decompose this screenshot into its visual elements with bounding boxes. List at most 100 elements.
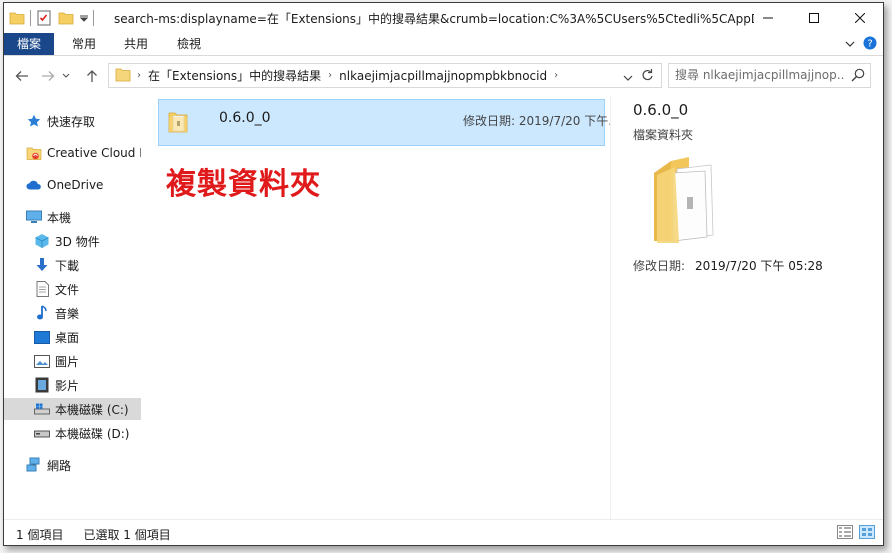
details-pane: 0.6.0_0 檔案資料夾 修改日期: 2019/7/20 下午 05:28	[610, 95, 883, 519]
details-name: 0.6.0_0	[633, 101, 689, 119]
details-view-button[interactable]	[837, 525, 853, 542]
chevron-right-icon: ›	[328, 70, 333, 81]
status-selected-count: 已選取 1 個項目	[83, 528, 171, 542]
search-icon[interactable]	[851, 68, 865, 85]
address-row: › 在「Extensions」中的搜尋結果 › nlkaejimjacpillm…	[4, 55, 883, 95]
sidebar-item-label: 桌面	[55, 330, 80, 345]
details-modified: 修改日期: 2019/7/20 下午 05:28	[633, 257, 823, 274]
details-modified-value: 2019/7/20 下午 05:28	[695, 259, 823, 273]
folder-icon	[167, 108, 189, 137]
sidebar-item-label: 本機	[47, 210, 72, 225]
list-item[interactable]: 0.6.0_0 修改日期: 2019/7/20 下午...	[158, 99, 613, 146]
ribbon-tabs: 檔案 常用 共用 檢視 ?	[4, 33, 883, 56]
sidebar-item-onedrive[interactable]: OneDrive	[4, 174, 162, 196]
tab-share[interactable]: 共用	[114, 33, 158, 55]
status-item-count: 1 個項目	[16, 528, 64, 542]
download-icon	[34, 257, 50, 273]
status-bar: 1 個項目 已選取 1 個項目	[4, 519, 883, 545]
refresh-button[interactable]	[641, 67, 655, 86]
sidebar-item-network[interactable]: 網路	[4, 454, 162, 476]
breadcrumb-search-results[interactable]: 在「Extensions」中的搜尋結果	[148, 67, 321, 84]
chevron-right-icon: ›	[137, 70, 141, 81]
drive-icon	[34, 425, 50, 441]
large-icons-view-icon	[859, 525, 875, 539]
folder-icon	[115, 67, 131, 85]
large-icons-view-button[interactable]	[859, 525, 875, 542]
sidebar-item-label: 文件	[55, 282, 80, 297]
quick-access-toolbar	[8, 8, 94, 28]
video-icon	[34, 377, 50, 393]
qat-divider	[93, 10, 94, 26]
arrow-up-icon	[87, 70, 97, 82]
cube-icon	[34, 233, 50, 249]
sidebar-item-label: 快速存取	[47, 114, 96, 129]
tab-view[interactable]: 檢視	[167, 33, 211, 55]
drive-icon	[34, 401, 50, 417]
sidebar-item-label: OneDrive	[47, 178, 104, 192]
forward-button[interactable]	[38, 67, 58, 85]
explorer-window: search-ms:displayname=在「Extensions」中的搜尋結…	[3, 2, 884, 546]
network-icon	[26, 457, 42, 473]
folder-preview-icon	[649, 155, 723, 248]
sidebar-item-label: 圖片	[55, 354, 80, 369]
folder-icon	[8, 9, 26, 27]
details-view-icon	[837, 525, 853, 539]
document-icon	[34, 281, 50, 297]
picture-icon	[34, 353, 50, 369]
file-name: 0.6.0_0	[219, 110, 271, 126]
computer-icon	[26, 209, 42, 225]
sidebar-item-label: 本機磁碟 (D:)	[55, 426, 130, 441]
sidebar-item-label: 3D 物件	[55, 234, 100, 249]
sidebar-item-quick-access[interactable]: 快速存取	[4, 110, 162, 132]
customize-qat-icon[interactable]	[79, 9, 89, 27]
ribbon-controls: ?	[845, 35, 877, 53]
sidebar-item-label: 網路	[47, 458, 72, 473]
sidebar-item-creative-cloud[interactable]: Creative Cloud F	[4, 142, 162, 164]
star-icon	[26, 113, 42, 129]
sidebar-item-label: 下載	[55, 258, 80, 273]
window-title: search-ms:displayname=在「Extensions」中的搜尋結…	[114, 12, 754, 26]
file-list[interactable]: 0.6.0_0 修改日期: 2019/7/20 下午... 複製資料夾	[141, 95, 613, 519]
address-history-button[interactable]	[623, 71, 633, 85]
svg-text:?: ?	[867, 38, 872, 49]
back-button[interactable]	[12, 67, 32, 85]
refresh-icon	[642, 69, 653, 81]
navigation-pane: 快速存取 Creative Cloud F OneDrive 本機 3D 物件	[4, 95, 170, 519]
properties-icon[interactable]	[35, 9, 53, 27]
cloud-icon	[26, 177, 42, 193]
search-input[interactable]	[675, 66, 845, 83]
breadcrumb-folder[interactable]: nlkaejimjacpillmajjnopmpbkbnocid	[339, 69, 547, 83]
chevron-down-icon	[62, 73, 70, 78]
desktop-icon	[34, 329, 50, 345]
chevron-down-icon	[623, 75, 633, 81]
maximize-button[interactable]	[791, 3, 837, 33]
details-type: 檔案資料夾	[633, 128, 694, 142]
tab-file[interactable]: 檔案	[4, 33, 54, 55]
tab-home[interactable]: 常用	[62, 33, 106, 55]
sidebar-item-label: 本機磁碟 (C:)	[55, 402, 129, 417]
details-modified-label: 修改日期:	[633, 259, 686, 273]
up-button[interactable]	[82, 67, 102, 85]
sidebar-item-label: Creative Cloud F	[47, 146, 147, 160]
arrow-right-icon	[42, 71, 55, 81]
sidebar-item-this-pc[interactable]: 本機	[4, 206, 162, 228]
music-icon	[34, 305, 50, 321]
file-modified-date: 修改日期: 2019/7/20 下午...	[463, 114, 613, 128]
creative-cloud-icon	[26, 145, 42, 161]
title-bar: search-ms:displayname=在「Extensions」中的搜尋結…	[4, 3, 883, 33]
chevron-right-icon: ›	[554, 70, 559, 81]
recent-locations-button[interactable]	[60, 67, 72, 85]
minimize-button[interactable]	[745, 3, 791, 33]
arrow-left-icon	[15, 71, 28, 81]
sidebar-item-label: 影片	[55, 378, 80, 393]
overlay-annotation: 複製資料夾	[166, 167, 321, 202]
expand-ribbon-icon[interactable]	[845, 37, 855, 51]
sidebar-item-label: 音樂	[55, 306, 80, 321]
help-icon[interactable]: ?	[863, 36, 877, 53]
search-box[interactable]	[668, 63, 871, 88]
address-bar[interactable]: › 在「Extensions」中的搜尋結果 › nlkaejimjacpillm…	[108, 63, 662, 88]
new-folder-icon[interactable]	[57, 9, 75, 27]
qat-divider	[30, 10, 31, 26]
close-button[interactable]	[837, 3, 883, 33]
breadcrumb: › 在「Extensions」中的搜尋結果 › nlkaejimjacpillm…	[137, 64, 565, 87]
